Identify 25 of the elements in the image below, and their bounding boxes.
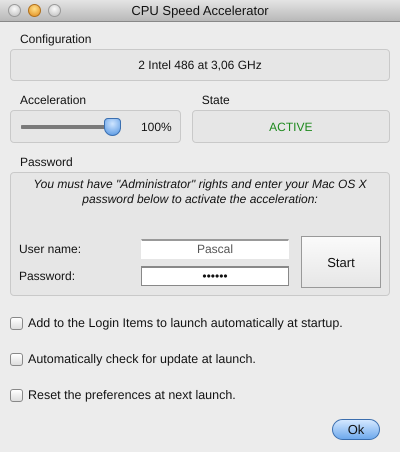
checkbox-label: Add to the Login Items to launch automatically at startup. [28,316,343,330]
checkbox[interactable] [10,388,23,402]
section-label: Password [19,155,73,169]
input-field[interactable]: Pascal [141,238,289,258]
start-button[interactable]: Start [301,236,381,288]
section-label: Acceleration [19,93,86,107]
slider-thumb[interactable] [104,118,121,136]
state-display: ACTIVE [192,110,390,143]
field-label: User name: [19,242,82,256]
input-field[interactable]: •••••• [141,266,289,286]
instruction-text: You must have "Administrator" rights and enter your Mac OS X password below to activate the acceleration: [32,177,368,207]
field-label: Password: [19,268,76,282]
checkbox[interactable] [10,316,23,330]
slider-reading: 100% [141,120,172,134]
configuration-display: 2 Intel 486 at 3,06 GHz [10,49,390,81]
checkbox-label: Automatically check for update at launch. [28,352,256,366]
close-button[interactable] [8,4,21,17]
section-label: State [200,93,230,107]
ok-button[interactable]: Ok [332,419,380,440]
window-title: CPU Speed Accelerator [131,3,269,18]
checkbox[interactable] [10,352,23,366]
zoom-button[interactable] [48,4,61,17]
checkbox-label: Reset the preferences at next launch. [28,388,236,402]
minimize-button[interactable] [28,4,41,17]
section-label: Configuration [19,32,92,46]
